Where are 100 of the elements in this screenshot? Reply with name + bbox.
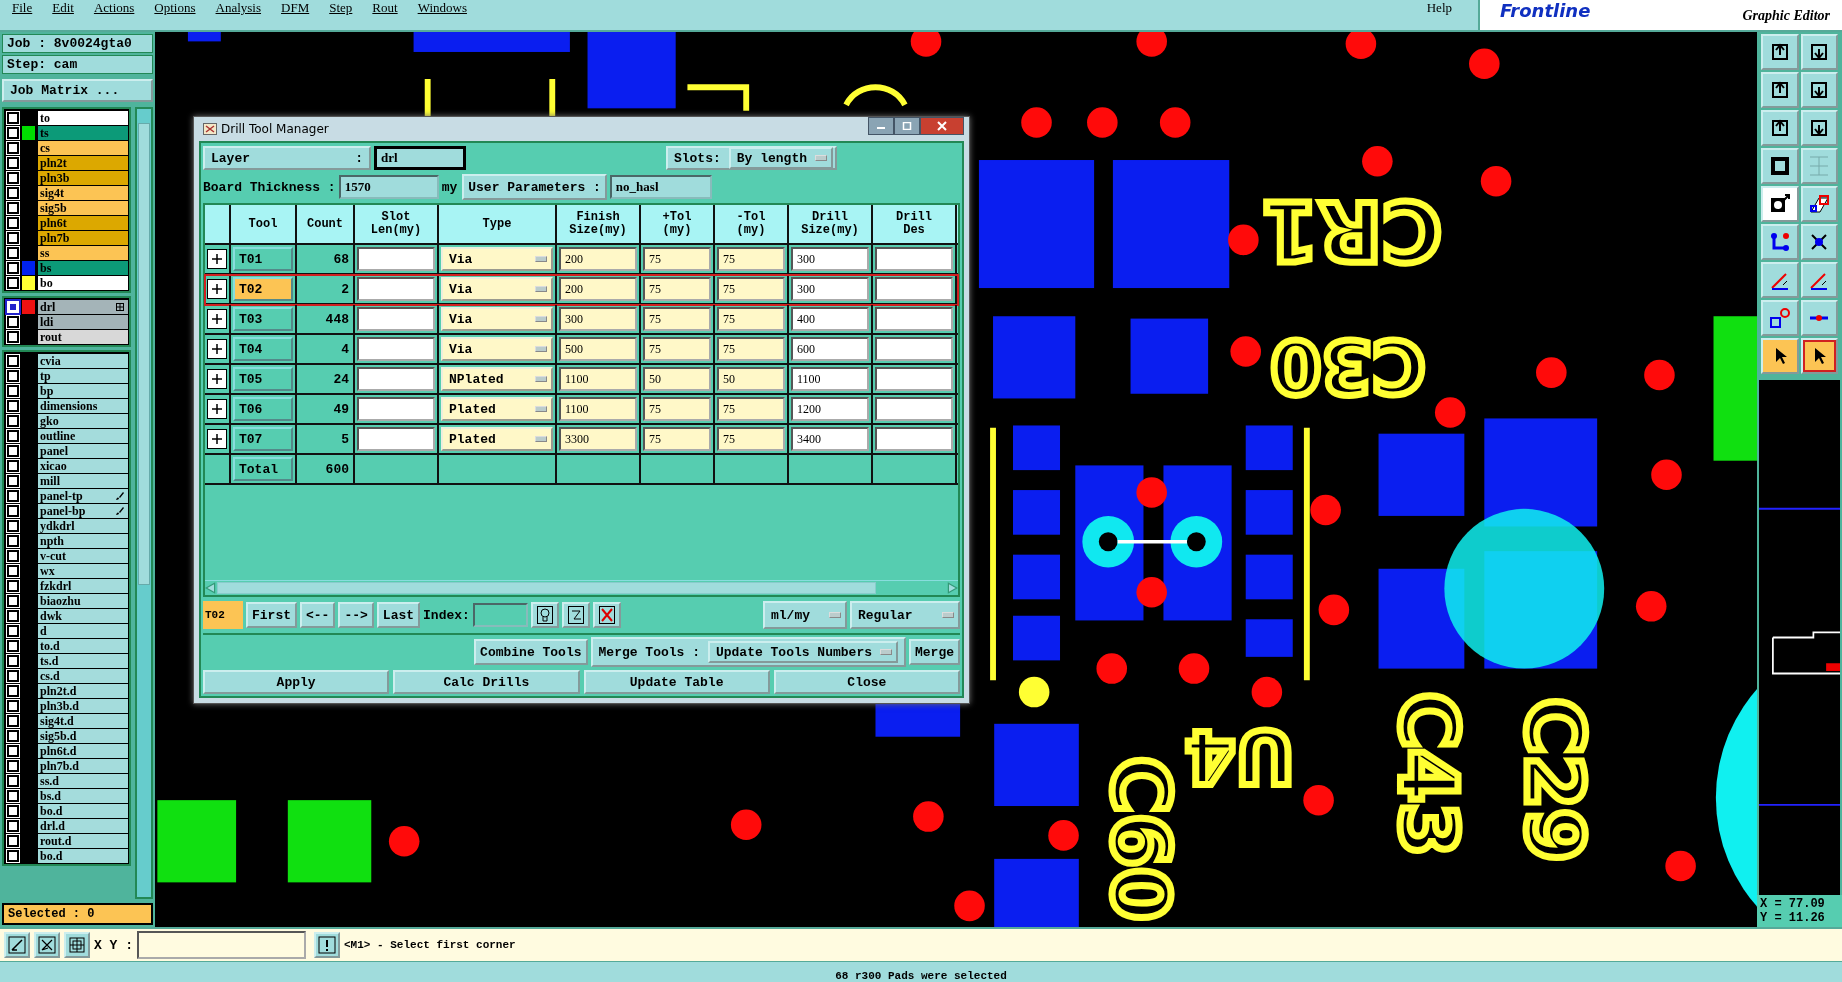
layer-name[interactable]: panel bbox=[38, 443, 128, 458]
table-row[interactable]: T05 24 NPlated 1100 50 50 1100 bbox=[205, 365, 958, 395]
slot-length-field[interactable] bbox=[357, 247, 435, 271]
layer-name[interactable]: fzkdrl bbox=[38, 578, 128, 593]
layer-name[interactable]: to.d bbox=[38, 638, 128, 653]
tool-button[interactable]: T01 bbox=[233, 247, 293, 271]
menu-item[interactable]: DFM bbox=[281, 0, 310, 15]
action-button[interactable]: Close bbox=[773, 670, 960, 694]
layer-checkbox[interactable] bbox=[7, 459, 19, 472]
refresh-icon-button[interactable] bbox=[561, 602, 590, 628]
layer-checkbox[interactable] bbox=[7, 201, 19, 214]
type-dropdown[interactable]: Plated bbox=[441, 397, 553, 421]
layer-name[interactable]: sig4t bbox=[38, 185, 128, 200]
table-row[interactable]: T06 49 Plated 1100 75 75 1200 bbox=[205, 395, 958, 425]
menu-item[interactable]: Step bbox=[329, 0, 353, 15]
minus-tolerance-field[interactable]: 75 bbox=[717, 307, 785, 331]
layer-name[interactable]: pln7b.d bbox=[38, 758, 128, 773]
slot-length-field[interactable] bbox=[357, 337, 435, 361]
minus-tolerance-field[interactable]: 75 bbox=[717, 397, 785, 421]
layer-field[interactable]: drl bbox=[374, 146, 466, 170]
layer-checkbox[interactable] bbox=[7, 849, 19, 862]
layer-checkbox[interactable] bbox=[7, 384, 19, 397]
layer-name[interactable]: biaozhu bbox=[38, 593, 128, 608]
minus-tolerance-field[interactable]: 75 bbox=[717, 337, 785, 361]
measure-icon-button[interactable] bbox=[34, 932, 60, 958]
finish-size-field[interactable]: 1100 bbox=[559, 397, 637, 421]
plus-tolerance-field[interactable]: 50 bbox=[643, 367, 711, 391]
drill-des-field[interactable] bbox=[875, 247, 953, 271]
layer-name[interactable]: tp bbox=[38, 368, 128, 383]
job-matrix-button[interactable]: Job Matrix ... bbox=[2, 79, 153, 102]
layer-name[interactable]: bs.d bbox=[38, 788, 128, 803]
tool-button[interactable]: T07 bbox=[233, 427, 293, 451]
table-row[interactable]: T07 5 Plated 3300 75 75 3400 bbox=[205, 425, 958, 455]
layer-name[interactable]: sig4t.d bbox=[38, 713, 128, 728]
navigation-button[interactable]: --> bbox=[338, 602, 374, 628]
layer-name[interactable]: xicao bbox=[38, 458, 128, 473]
minimize-button[interactable] bbox=[868, 117, 894, 135]
slot-length-field[interactable] bbox=[357, 397, 435, 421]
user-parameters-field[interactable]: no_hasl bbox=[609, 175, 712, 199]
tool-icon[interactable] bbox=[1800, 262, 1838, 298]
tool-button[interactable]: T04 bbox=[233, 337, 293, 361]
tool-icon[interactable] bbox=[1761, 148, 1799, 184]
type-dropdown[interactable]: Via bbox=[441, 277, 553, 301]
layer-name[interactable]: d bbox=[38, 623, 128, 638]
layer-name[interactable]: bo.d bbox=[38, 803, 128, 818]
layer-name[interactable]: v-cut bbox=[38, 548, 128, 563]
layer-name[interactable]: pln3b bbox=[38, 170, 128, 185]
layer-checkbox[interactable] bbox=[7, 141, 19, 154]
layer-name[interactable]: dwk bbox=[38, 608, 128, 623]
layer-checkbox[interactable] bbox=[7, 654, 19, 667]
drill-des-field[interactable] bbox=[875, 277, 953, 301]
action-button[interactable]: Calc Drills bbox=[393, 670, 580, 694]
merge-option-dropdown[interactable]: Update Tools Numbers bbox=[707, 641, 898, 663]
tool-icon[interactable] bbox=[1800, 186, 1838, 222]
layer-checkbox[interactable] bbox=[7, 474, 19, 487]
layer-checkbox[interactable] bbox=[7, 414, 19, 427]
tool-button[interactable]: T03 bbox=[233, 307, 293, 331]
layer-name[interactable]: cs bbox=[38, 140, 128, 155]
plus-tolerance-field[interactable]: 75 bbox=[643, 397, 711, 421]
expand-button[interactable] bbox=[207, 369, 227, 389]
close-button[interactable] bbox=[920, 117, 964, 135]
finish-size-field[interactable]: 200 bbox=[559, 247, 637, 271]
expand-button[interactable] bbox=[207, 249, 227, 269]
user-parameters-button[interactable]: User Parameters : bbox=[462, 174, 607, 200]
tool-button[interactable]: T05 bbox=[233, 367, 293, 391]
layer-checkbox[interactable] bbox=[7, 744, 19, 757]
tool-icon[interactable] bbox=[1800, 34, 1838, 70]
layer-name[interactable]: pln6t bbox=[38, 215, 128, 230]
expand-button[interactable] bbox=[207, 279, 227, 299]
slot-length-field[interactable] bbox=[357, 367, 435, 391]
slot-length-field[interactable] bbox=[357, 307, 435, 331]
slots-dropdown[interactable]: By length bbox=[728, 147, 833, 169]
layer-name[interactable]: sig5b bbox=[38, 200, 128, 215]
layer-name[interactable]: outline bbox=[38, 428, 128, 443]
delete-icon-button[interactable] bbox=[592, 602, 621, 628]
zoom-icon-button[interactable] bbox=[4, 932, 30, 958]
layer-checkbox[interactable] bbox=[7, 669, 19, 682]
menu-item[interactable]: File bbox=[12, 0, 33, 15]
plus-tolerance-field[interactable]: 75 bbox=[643, 307, 711, 331]
layer-checkbox[interactable] bbox=[7, 564, 19, 577]
slot-length-field[interactable] bbox=[357, 277, 435, 301]
layer-checkbox[interactable] bbox=[7, 126, 19, 139]
navigation-button[interactable]: Last bbox=[376, 602, 421, 628]
tool-icon[interactable] bbox=[1761, 300, 1799, 336]
minus-tolerance-field[interactable]: 75 bbox=[717, 277, 785, 301]
navigation-button[interactable]: First bbox=[246, 602, 297, 628]
layer-name[interactable]: panel-tp bbox=[38, 488, 128, 503]
layer-name[interactable]: rout bbox=[38, 329, 128, 344]
layer-name[interactable]: to bbox=[38, 110, 128, 125]
layer-name[interactable]: cs.d bbox=[38, 668, 128, 683]
tool-icon[interactable] bbox=[1800, 110, 1838, 146]
layer-name[interactable]: ldi bbox=[38, 314, 128, 329]
layer-name[interactable]: ydkdrl bbox=[38, 518, 128, 533]
layer-name[interactable]: drl.d bbox=[38, 818, 128, 833]
type-dropdown[interactable]: Via bbox=[441, 337, 553, 361]
finish-size-field[interactable]: 3300 bbox=[559, 427, 637, 451]
layer-name[interactable]: sig5b.d bbox=[38, 728, 128, 743]
layer-checkbox[interactable] bbox=[7, 231, 19, 244]
layer-checkbox[interactable] bbox=[7, 156, 19, 169]
minus-tolerance-field[interactable]: 50 bbox=[717, 367, 785, 391]
